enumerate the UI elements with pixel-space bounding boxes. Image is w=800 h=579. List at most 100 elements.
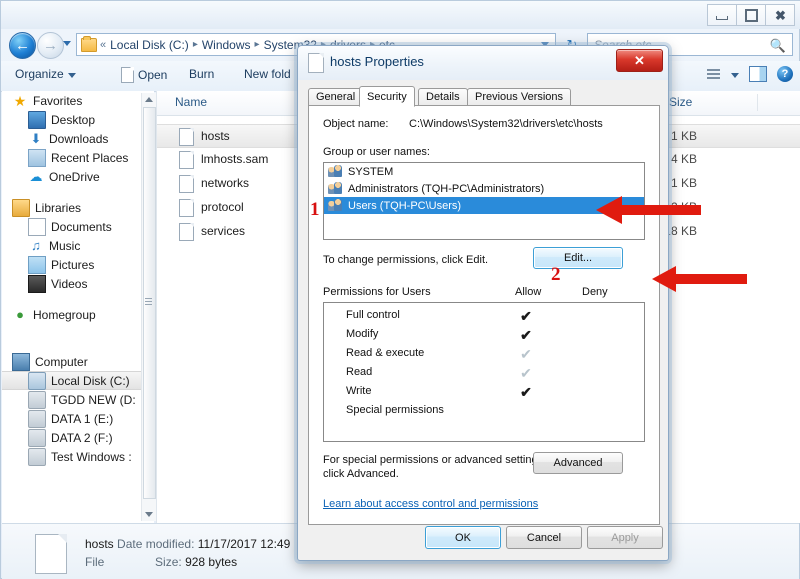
permission-row[interactable]: Full control ✔ bbox=[324, 307, 644, 326]
sidebar-item-test-windows[interactable]: Test Windows : bbox=[2, 447, 154, 466]
sidebar-item-documents[interactable]: Documents bbox=[2, 217, 154, 236]
column-header-name[interactable]: Name bbox=[175, 95, 207, 109]
sidebar-item-pictures[interactable]: Pictures bbox=[2, 255, 154, 274]
security-tab-panel: Object name: C:\Windows\System32\drivers… bbox=[308, 105, 660, 525]
desktop-icon bbox=[28, 110, 46, 129]
scroll-down-icon[interactable] bbox=[145, 512, 153, 517]
tab-previous-versions[interactable]: Previous Versions bbox=[467, 88, 572, 106]
new-folder-button[interactable]: New fold bbox=[244, 67, 291, 81]
allow-checkmark-icon-greyed: ✔ bbox=[520, 365, 532, 381]
sidebar-item-label: DATA 2 (F:) bbox=[51, 430, 113, 445]
object-name-label: Object name: bbox=[323, 118, 389, 130]
allow-checkmark-icon[interactable]: ✔ bbox=[514, 384, 538, 401]
change-view-icon[interactable] bbox=[707, 67, 721, 81]
document-icon bbox=[121, 67, 134, 83]
permission-name: Special permissions bbox=[346, 404, 444, 416]
view-chevron-down-icon[interactable] bbox=[731, 72, 739, 78]
permission-row[interactable]: Modify ✔ bbox=[324, 326, 644, 345]
column-divider[interactable] bbox=[757, 94, 758, 111]
permission-row[interactable]: Write ✔ bbox=[324, 383, 644, 402]
organize-button[interactable]: Organize bbox=[15, 67, 76, 81]
list-item-label: SYSTEM bbox=[348, 165, 394, 178]
maximize-icon bbox=[744, 8, 758, 22]
sidebar-item-tgdd-new-d[interactable]: TGDD NEW (D: bbox=[2, 390, 154, 409]
learn-about-access-control-link[interactable]: Learn about access control and permissio… bbox=[323, 498, 538, 510]
navigation-pane-scrollbar[interactable] bbox=[141, 93, 156, 521]
dialog-tabstrip: General Security Details Previous Versio… bbox=[308, 86, 660, 107]
sidebar-item-data-2-f[interactable]: DATA 2 (F:) bbox=[2, 428, 154, 447]
burn-button[interactable]: Burn bbox=[189, 67, 214, 81]
tab-security[interactable]: Security bbox=[359, 86, 415, 107]
dialog-footer: OK Cancel Apply bbox=[298, 526, 668, 554]
sidebar-item-onedrive[interactable]: ☁ OneDrive bbox=[2, 167, 154, 186]
minimize-button[interactable] bbox=[707, 4, 736, 26]
drive-icon bbox=[28, 390, 46, 409]
sidebar-item-desktop[interactable]: Desktop bbox=[2, 110, 154, 129]
permission-row[interactable]: Special permissions bbox=[324, 402, 644, 421]
tab-general[interactable]: General bbox=[308, 88, 364, 106]
help-icon[interactable]: ? bbox=[777, 66, 793, 82]
details-line-1: hosts Date modified: 11/17/2017 12:49 bbox=[85, 537, 290, 551]
new-folder-label: New fold bbox=[244, 67, 291, 81]
details-size-label: Size: bbox=[155, 555, 182, 569]
breadcrumb-windows[interactable]: Windows bbox=[202, 38, 251, 52]
cancel-button[interactable]: Cancel bbox=[506, 526, 582, 549]
column-header-size[interactable]: Size bbox=[669, 95, 692, 109]
recent-places-icon bbox=[28, 148, 46, 167]
sidebar-item-label: Computer bbox=[35, 354, 88, 369]
hosts-properties-dialog: hosts Properties ✕ General Security Deta… bbox=[297, 45, 669, 561]
scrollbar-grip-icon bbox=[145, 298, 152, 305]
edit-button[interactable]: Edit... bbox=[533, 247, 623, 269]
permission-name: Read & execute bbox=[346, 347, 425, 359]
sidebar-item-label: Desktop bbox=[51, 112, 96, 127]
recent-pages-dropdown-icon[interactable] bbox=[63, 41, 71, 46]
object-name-value: C:\Windows\System32\drivers\etc\hosts bbox=[409, 118, 603, 130]
sidebar-item-label: Libraries bbox=[35, 200, 82, 215]
sidebar-item-favorites[interactable]: ★ Favorites bbox=[2, 91, 154, 110]
advanced-button[interactable]: Advanced bbox=[533, 452, 623, 474]
dialog-titlebar: hosts Properties ✕ bbox=[298, 46, 668, 80]
allow-checkmark-icon[interactable]: ✔ bbox=[514, 327, 538, 344]
maximize-button[interactable] bbox=[736, 4, 765, 26]
ok-button[interactable]: OK bbox=[425, 526, 501, 549]
onedrive-icon: ☁ bbox=[29, 168, 43, 184]
sidebar-item-local-disk-c[interactable]: Local Disk (C:) bbox=[2, 371, 154, 390]
forward-button[interactable]: → bbox=[37, 32, 64, 59]
breadcrumb-local-disk[interactable]: Local Disk (C:) bbox=[110, 38, 189, 52]
permission-row[interactable]: Read ✔ bbox=[324, 364, 644, 383]
sidebar-item-homegroup[interactable]: ● Homegroup bbox=[2, 305, 154, 324]
overflow-chevrons-icon[interactable]: « bbox=[100, 39, 106, 51]
burn-label: Burn bbox=[189, 67, 215, 81]
file-name: services bbox=[201, 224, 246, 238]
file-name: protocol bbox=[201, 200, 244, 214]
back-button[interactable]: ← bbox=[9, 32, 36, 59]
sidebar-item-videos[interactable]: Videos bbox=[2, 274, 154, 293]
sidebar-item-data-1-e[interactable]: DATA 1 (E:) bbox=[2, 409, 154, 428]
allow-checkmark-icon[interactable]: ✔ bbox=[514, 308, 538, 325]
file-icon bbox=[35, 534, 67, 574]
permissions-list[interactable]: Full control ✔ Modify ✔ Read & execute ✔… bbox=[323, 302, 645, 442]
open-button[interactable]: Open bbox=[121, 67, 167, 83]
open-label: Open bbox=[138, 68, 168, 82]
users-group-icon bbox=[328, 198, 343, 213]
minimize-icon bbox=[716, 15, 728, 20]
sidebar-item-label: Downloads bbox=[49, 131, 109, 146]
file-icon bbox=[179, 223, 194, 241]
annotation-marker-2: 2 bbox=[551, 264, 561, 285]
list-item[interactable]: SYSTEM bbox=[324, 163, 644, 180]
sidebar-item-downloads[interactable]: ⬇ Downloads bbox=[2, 129, 154, 148]
sidebar-item-music[interactable]: ♫ Music bbox=[2, 236, 154, 255]
sidebar-item-label: TGDD NEW (D: bbox=[51, 392, 136, 407]
tab-details[interactable]: Details bbox=[418, 88, 468, 106]
scroll-up-icon[interactable] bbox=[145, 97, 153, 102]
details-date-modified-label: Date modified: bbox=[117, 537, 195, 551]
permission-row[interactable]: Read & execute ✔ bbox=[324, 345, 644, 364]
sidebar-item-libraries[interactable]: Libraries bbox=[2, 198, 154, 217]
preview-pane-icon[interactable] bbox=[749, 66, 767, 82]
close-window-button[interactable]: ✖ bbox=[765, 4, 795, 26]
sidebar-item-recent-places[interactable]: Recent Places bbox=[2, 148, 154, 167]
dialog-close-button[interactable]: ✕ bbox=[616, 49, 663, 72]
breadcrumb-separator: ▸ bbox=[254, 39, 260, 50]
file-name: lmhosts.sam bbox=[201, 152, 269, 166]
sidebar-item-computer[interactable]: Computer bbox=[2, 352, 154, 371]
